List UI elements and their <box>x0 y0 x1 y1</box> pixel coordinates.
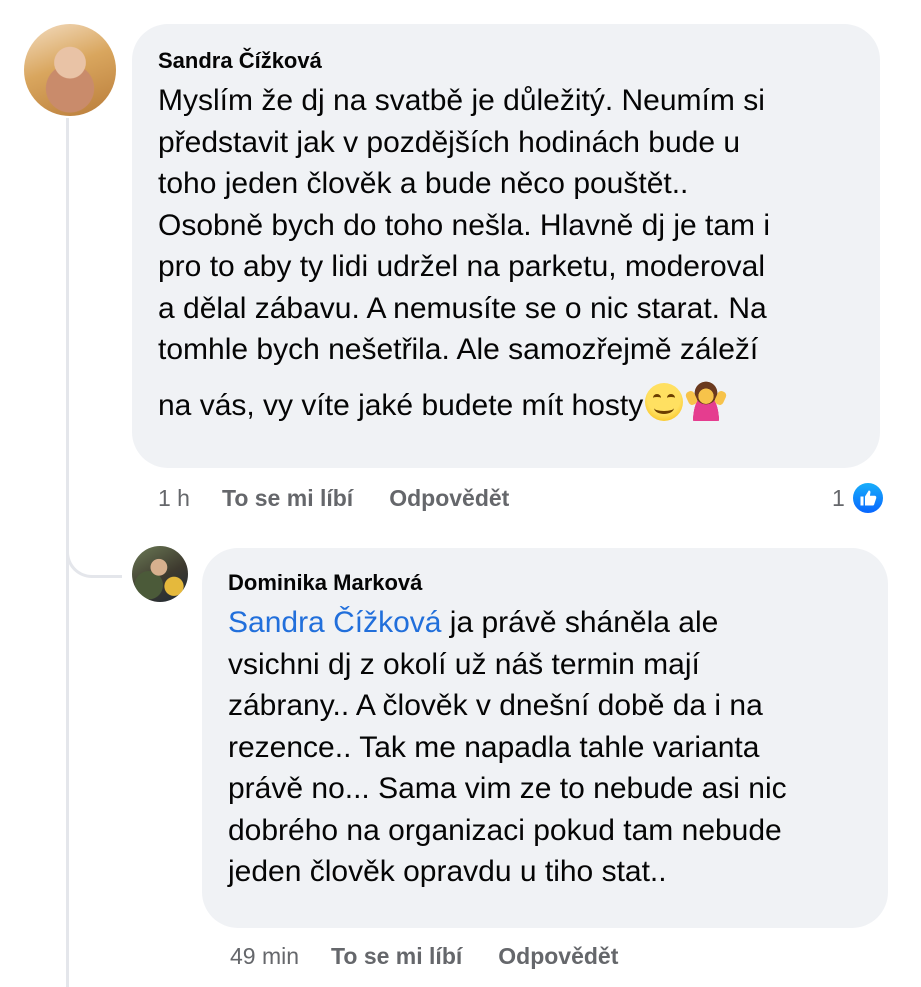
avatar-sandra[interactable] <box>24 24 116 116</box>
comment-line: a dělal zábavu. A nemusíte se o nic star… <box>158 291 767 325</box>
mention-link[interactable]: Sandra Čížková <box>228 606 441 639</box>
comment-timestamp[interactable]: 1 h <box>158 485 190 512</box>
reply-button[interactable]: Odpovědět <box>389 485 509 512</box>
reaction-count: 1 <box>832 484 845 511</box>
reply-text: Sandra Čížková ja právě sháněla ale vsic… <box>228 602 862 893</box>
avatar-dominika[interactable] <box>132 546 188 602</box>
comment-line: Osobně bych do toho nešla. Hlavně dj je … <box>158 208 771 242</box>
comment-line: toho jeden člověk a bude něco pouštět.. <box>158 167 689 200</box>
reaction-summary[interactable]: 1 <box>832 480 885 516</box>
reply-connector <box>66 520 122 578</box>
reply-line: právě no... Sama vim ze to nebude asi ni… <box>228 772 787 805</box>
like-button[interactable]: To se mi líbí <box>222 485 353 512</box>
reply-line: rezence.. Tak me napadla tahle varianta <box>228 730 760 764</box>
reply-line: jeden člověk opravdu u tiho stat.. <box>228 855 667 888</box>
comment-line: pro to aby ty lidi udržel na parketu, mo… <box>158 250 765 283</box>
reply-bubble: Dominika Marková Sandra Čížková ja právě… <box>202 548 888 928</box>
comment-text: Myslím že dj na svatbě je důležitý. Neum… <box>158 80 854 426</box>
comment-line: představit jak v pozdějších hodinách bud… <box>158 125 741 159</box>
reply-button[interactable]: Odpovědět <box>498 943 618 970</box>
comment-author[interactable]: Sandra Čížková <box>158 46 854 76</box>
reply-line: ja právě sháněla ale <box>441 606 719 639</box>
reply-actions: 49 min To se mi líbí Odpovědět <box>230 938 654 974</box>
smiling-face-icon <box>645 382 684 421</box>
reply-author[interactable]: Dominika Marková <box>228 568 862 598</box>
like-icon <box>850 481 885 515</box>
comment-bubble: Sandra Čížková Myslím že dj na svatbě je… <box>132 24 880 468</box>
reply-line-first: Sandra Čížková ja právě sháněla ale <box>228 602 862 644</box>
person-shrugging-icon <box>687 380 726 421</box>
reply-line: dobrého na organizaci pokud tam nebude <box>228 813 782 847</box>
comment-line-last: na vás, vy víte jaké budete mít hosty <box>158 380 854 427</box>
reply-line: vsichni dj z okolí už náš termin mají <box>228 647 700 681</box>
like-button[interactable]: To se mi líbí <box>331 943 462 970</box>
comment-line: Myslím že dj na svatbě je důležitý. Neum… <box>158 84 765 117</box>
reply-timestamp[interactable]: 49 min <box>230 943 299 970</box>
comment-actions: 1 h To se mi líbí Odpovědět <box>158 480 545 516</box>
comment-line: tomhle bych nešetřila. Ale samozřejmě zá… <box>158 333 759 366</box>
reply-line: zábrany.. A člověk v dnešní době da i na <box>228 689 763 722</box>
comment-line: na vás, vy víte jaké budete mít hosty <box>158 388 644 422</box>
